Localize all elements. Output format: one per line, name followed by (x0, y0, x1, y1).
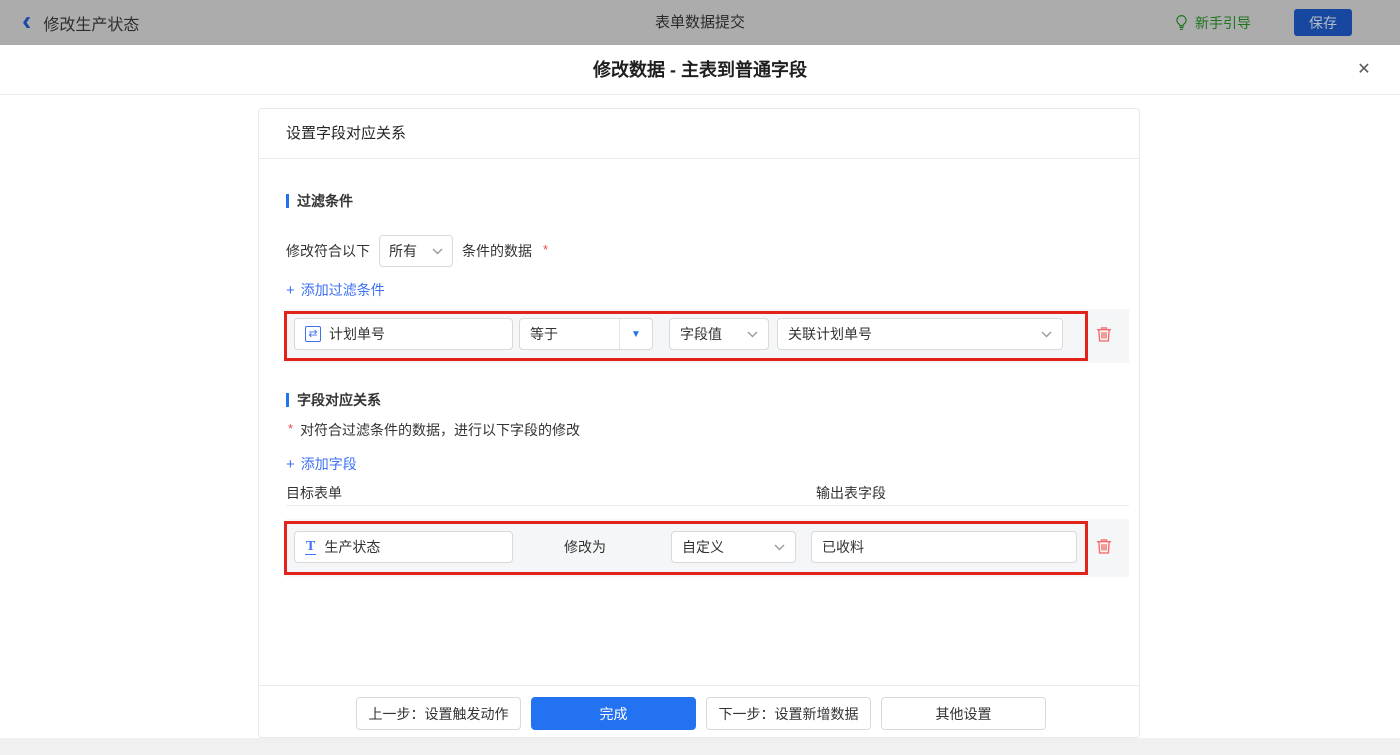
chevron-down-icon (774, 544, 785, 550)
section-bar-icon (286, 194, 289, 208)
filter-condition-row: 修改符合以下 所有 条件的数据 * (286, 235, 548, 267)
other-settings-button[interactable]: 其他设置 (881, 697, 1046, 730)
guide-label: 新手引导 (1195, 14, 1251, 31)
value-field-value: 关联计划单号 (788, 326, 872, 342)
done-button[interactable]: 完成 (531, 697, 696, 730)
required-asterisk: * (288, 421, 294, 436)
column-header-output-field: 输出表字段 (816, 485, 886, 501)
dropdown-triangle-icon: ▼ (619, 319, 652, 349)
page-bottom-strip (0, 738, 1400, 755)
dialog-header: 修改数据 - 主表到普通字段 (0, 45, 1400, 95)
modify-mode-select[interactable]: 自定义 (671, 531, 796, 563)
modify-to-label: 修改为 (564, 539, 606, 555)
footer-divider (259, 685, 1139, 686)
plus-icon: + (286, 281, 295, 299)
mapping-note: * 对符合过滤条件的数据，进行以下字段的修改 (286, 420, 580, 440)
chevron-down-icon (1041, 331, 1052, 337)
value-type-select[interactable]: 字段值 (669, 318, 769, 350)
filter-section-label: 过滤条件 (297, 193, 353, 209)
match-mode-select[interactable]: 所有 (379, 235, 453, 267)
filter-field-value: 计划单号 (329, 326, 385, 342)
filter-section-title: 过滤条件 (286, 191, 353, 211)
value-type-value: 字段值 (680, 326, 722, 342)
condition-prefix-label: 修改符合以下 (286, 243, 370, 259)
beginner-guide-button[interactable]: 新手引导 (1174, 0, 1251, 45)
section-bar-icon (286, 393, 289, 407)
custom-value-input[interactable] (811, 531, 1077, 563)
add-field-link[interactable]: + 添加字段 (286, 454, 357, 474)
field-mapping-panel: 设置字段对应关系 过滤条件 修改符合以下 所有 条件的数据 * + 添加过滤条件… (258, 108, 1140, 738)
delete-mapping-row-button[interactable] (1094, 537, 1114, 557)
operator-select[interactable]: 等于 ▼ (519, 318, 653, 350)
text-field-icon: T (305, 539, 317, 555)
add-filter-condition-link[interactable]: + 添加过滤条件 (286, 280, 385, 300)
target-field-value: 生产状态 (324, 539, 381, 555)
target-field-input[interactable]: T 生产状态 (294, 531, 513, 563)
value-field-select[interactable]: 关联计划单号 (777, 318, 1063, 350)
match-mode-value: 所有 (389, 243, 417, 259)
chevron-down-icon (747, 331, 758, 337)
dialog-title: 修改数据 - 主表到普通字段 (593, 60, 807, 80)
close-icon[interactable]: ✕ (1352, 58, 1376, 82)
required-asterisk: * (543, 241, 549, 257)
column-header-divider (286, 505, 1129, 506)
topbar: ‹ 修改生产状态 表单数据提交 新手引导 保存 (0, 0, 1400, 45)
add-filter-label: 添加过滤条件 (300, 282, 385, 298)
modify-mode-value: 自定义 (682, 539, 724, 555)
app-root: ‹ 修改生产状态 表单数据提交 新手引导 保存 修改数据 - 主表到普通字段 ✕… (0, 0, 1400, 755)
chevron-down-icon (432, 248, 443, 254)
prev-step-button[interactable]: 上一步：设置触发动作 (356, 697, 521, 730)
serial-number-field-icon: ⇄ (305, 326, 321, 342)
delete-filter-row-button[interactable] (1094, 325, 1114, 345)
trash-icon (1096, 539, 1112, 554)
save-button[interactable]: 保存 (1294, 9, 1352, 36)
trash-icon (1096, 327, 1112, 342)
column-header-target-form: 目标表单 (286, 485, 342, 501)
plus-icon: + (286, 455, 295, 473)
next-step-button[interactable]: 下一步：设置新增数据 (706, 697, 871, 730)
mapping-section-title: 字段对应关系 (286, 390, 381, 410)
mapping-section-label: 字段对应关系 (297, 392, 381, 408)
lightbulb-icon (1176, 14, 1187, 30)
panel-title: 设置字段对应关系 (259, 109, 1139, 159)
condition-suffix-label: 条件的数据 (462, 243, 532, 259)
filter-field-input[interactable]: ⇄ 计划单号 (294, 318, 513, 350)
add-field-label: 添加字段 (300, 456, 357, 472)
operator-value: 等于 (530, 326, 558, 342)
mapping-note-text: 对符合过滤条件的数据，进行以下字段的修改 (300, 422, 581, 438)
